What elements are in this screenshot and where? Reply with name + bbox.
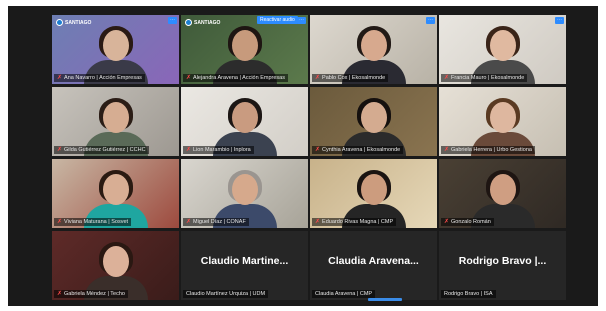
muted-mic-icon: ✗ — [186, 147, 192, 153]
muted-mic-icon: ✗ — [57, 147, 63, 153]
participant-tile[interactable]: ✗ Gonzalo Román — [439, 159, 566, 228]
participant-name: Lion Marambio | Inplora — [193, 147, 251, 153]
participant-name-label: ✗ Viviana Maturana | Sosvet — [54, 218, 132, 226]
participant-tile[interactable]: ✗ Gabriela Herrera | Urbo Gestiona — [439, 87, 566, 156]
muted-mic-icon: ✗ — [444, 219, 450, 225]
participant-display-name: Claudia Aravena... — [328, 255, 419, 267]
participant-display-name: Claudio Martine... — [200, 255, 289, 267]
participant-name-label: Claudia Aravena | CMP — [312, 290, 376, 298]
muted-mic-icon: ✗ — [444, 75, 450, 81]
logo-icon — [56, 19, 63, 26]
participant-name: Francia Mauro | Ekosalmonde — [451, 75, 525, 81]
virtual-background-logo: SANTIAGO — [56, 19, 91, 26]
participant-name: Ana Navarro | Acción Empresas — [64, 75, 142, 81]
more-options-icon[interactable]: ⋯ — [297, 17, 306, 24]
unmute-audio-button[interactable]: Reactivar audio — [257, 16, 298, 24]
participant-name-label: ✗ Gabriela Herrera | Urbo Gestiona — [441, 146, 535, 154]
more-options-icon[interactable]: ⋯ — [426, 17, 435, 24]
participant-name-label: ✗ Eduardo Rivas Magna | CMP — [312, 218, 397, 226]
participant-name-label: ✗ Ana Navarro | Acción Empresas — [54, 74, 145, 82]
zoom-meeting-window: SANTIAGO ⋯ ✗ Ana Navarro | Acción Empresas S… — [8, 6, 598, 306]
muted-mic-icon: ✗ — [315, 75, 321, 81]
participant-display-name: Rodrigo Bravo |... — [458, 255, 547, 267]
participant-tile[interactable]: Rodrigo Bravo |... Rodrigo Bravo | ISA — [439, 231, 566, 300]
participant-name: Gabriela Herrera | Urbo Gestiona — [451, 147, 532, 153]
muted-mic-icon: ✗ — [315, 147, 321, 153]
participant-tile[interactable]: Claudio Martine... Claudio Martínez Urqui… — [181, 231, 308, 300]
participant-tile[interactable]: ✗ Viviana Maturana | Sosvet — [52, 159, 179, 228]
participant-tile[interactable]: Claudia Aravena... Claudia Aravena | CMP — [310, 231, 437, 300]
muted-mic-icon: ✗ — [186, 75, 192, 81]
participant-tile[interactable]: ✗ Gilda Gutiérrez Gutiérrez | CCHC — [52, 87, 179, 156]
participant-name-label: ✗ Francia Mauro | Ekosalmonde — [441, 74, 528, 82]
participant-name: Gilda Gutiérrez Gutiérrez | CCHC — [64, 147, 146, 153]
participant-name-label: ✗ Gilda Gutiérrez Gutiérrez | CCHC — [54, 146, 149, 154]
participant-name: Alejandra Aravena | Acción Empresas — [193, 75, 285, 81]
participant-name-label: ✗ Pablo Cox | Ekosalmonde — [312, 74, 389, 82]
participant-tile[interactable]: ⋯ ✗ Pablo Cox | Ekosalmonde — [310, 15, 437, 84]
logo-icon — [185, 19, 192, 26]
participant-name: Rodrigo Bravo | ISA — [444, 291, 493, 297]
participant-tile[interactable]: SANTIAGO ⋯ ✗ Ana Navarro | Acción Empresas — [52, 15, 179, 84]
participant-tile[interactable]: ⋯ ✗ Francia Mauro | Ekosalmonde — [439, 15, 566, 84]
participant-name-label: ✗ Lion Marambio | Inplora — [183, 146, 254, 154]
participant-name-label: ✗ Cynthia Aravena | Ekosalmonde — [312, 146, 404, 154]
participant-name-label: ✗ Alejandra Aravena | Acción Empresas — [183, 74, 288, 82]
participant-tile[interactable]: ✗ Eduardo Rivas Magna | CMP — [310, 159, 437, 228]
participant-name-label: ✗ Gonzalo Román — [441, 218, 494, 226]
participant-tile[interactable]: ✗ Lion Marambio | Inplora — [181, 87, 308, 156]
more-options-icon[interactable]: ⋯ — [555, 17, 564, 24]
participant-tile[interactable]: ✗ Gabriela Méndez | Techo — [52, 231, 179, 300]
participant-name: Gonzalo Román — [451, 219, 491, 225]
muted-mic-icon: ✗ — [57, 75, 63, 81]
logo-text: SANTIAGO — [65, 19, 92, 26]
virtual-background-logo: SANTIAGO — [185, 19, 220, 26]
participant-name: Claudio Martínez Urquiza | UDM — [186, 291, 266, 297]
participant-name-label: ✗ Gabriela Méndez | Techo — [54, 290, 128, 298]
gallery-page-indicator[interactable] — [368, 298, 402, 301]
participant-name: Eduardo Rivas Magna | CMP — [322, 219, 394, 225]
participant-name: Cynthia Aravena | Ekosalmonde — [322, 147, 401, 153]
muted-mic-icon: ✗ — [186, 219, 192, 225]
participant-name-label: ✗ Miguel Díaz | CONAF — [183, 218, 249, 226]
participant-tile[interactable]: ✗ Miguel Díaz | CONAF — [181, 159, 308, 228]
muted-mic-icon: ✗ — [57, 219, 63, 225]
participant-name-label: Rodrigo Bravo | ISA — [441, 290, 496, 298]
participant-name: Pablo Cox | Ekosalmonde — [322, 75, 386, 81]
logo-text: SANTIAGO — [194, 19, 221, 26]
participant-gallery: SANTIAGO ⋯ ✗ Ana Navarro | Acción Empresas S… — [52, 15, 566, 300]
participant-name: Claudia Aravena | CMP — [315, 291, 373, 297]
participant-name: Miguel Díaz | CONAF — [193, 219, 246, 225]
muted-mic-icon: ✗ — [444, 147, 450, 153]
participant-tile[interactable]: SANTIAGO Reactivar audio ⋯ ✗ Alejandra Arave… — [181, 15, 308, 84]
muted-mic-icon: ✗ — [315, 219, 321, 225]
more-options-icon[interactable]: ⋯ — [168, 17, 177, 24]
participant-name-label: Claudio Martínez Urquiza | UDM — [183, 290, 269, 298]
participant-tile[interactable]: ✗ Cynthia Aravena | Ekosalmonde — [310, 87, 437, 156]
muted-mic-icon: ✗ — [57, 291, 63, 297]
participant-name: Gabriela Méndez | Techo — [64, 291, 125, 297]
participant-name: Viviana Maturana | Sosvet — [64, 219, 129, 225]
